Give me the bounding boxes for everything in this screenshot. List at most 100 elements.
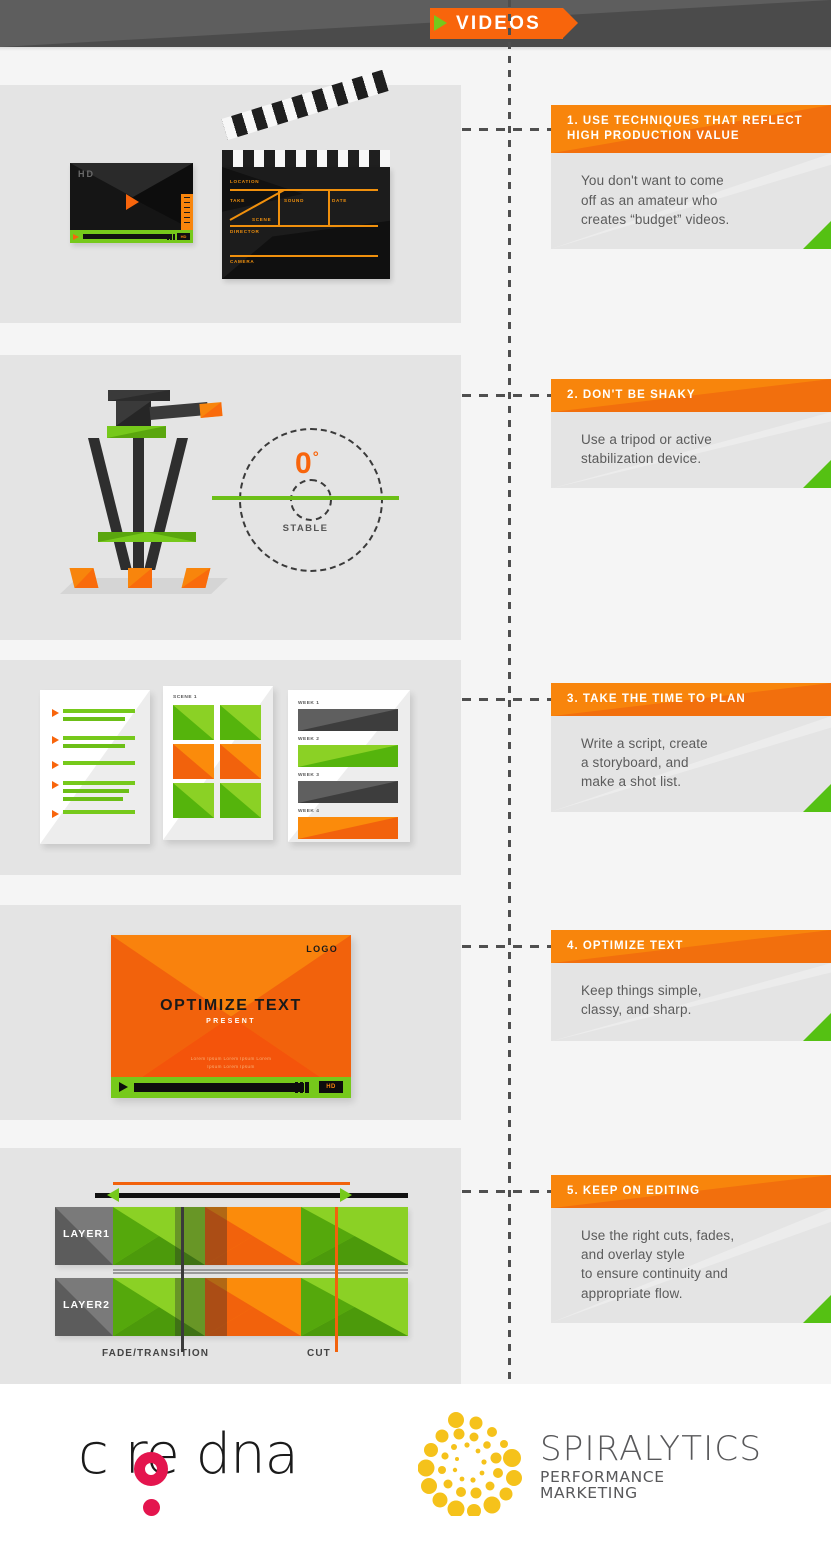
storyboard-label: SCENE 1: [173, 695, 198, 700]
clapper-div-2: [328, 189, 330, 226]
connector-line-3: [462, 698, 552, 701]
clapper-div-1: [278, 189, 280, 226]
clapper-field-sound: SOUND: [284, 198, 305, 203]
script-line: [63, 789, 129, 793]
tripod-collar: [107, 426, 166, 438]
header-banner: VIDEOS: [0, 0, 831, 47]
tripod-head-box: [116, 401, 151, 426]
tripod-foot-right: [181, 568, 211, 588]
coredna-logo[interactable]: c re dna: [78, 1422, 348, 1516]
spiralytics-logo[interactable]: SPIRALYTICS PERFORMANCE MARKETING: [417, 1410, 761, 1518]
slide-subtitle: PRESENT: [206, 1018, 256, 1025]
clapper-field-camera: CAMERA: [230, 259, 255, 264]
storyboard-cell: [220, 783, 261, 818]
tip-card-1-body: You don't want to come off as an amateur…: [551, 153, 831, 249]
tip-card-2-header: 2. DON'T BE SHAKY: [551, 379, 831, 413]
tripod-foot-center: [128, 568, 152, 588]
tip-card-1[interactable]: 1. USE TECHNIQUES THAT REFLECT HIGH PROD…: [551, 105, 831, 249]
play-triangle-icon: [126, 194, 139, 210]
clapper-rule-1: [230, 189, 378, 191]
schedule-document: WEEK 1 WEEK 2 WEEK 3 WEEK 4: [288, 690, 410, 842]
tripod-brace-left: [98, 532, 148, 542]
timeline-clip: [301, 1207, 408, 1265]
videos-tag: VIDEOS: [430, 8, 578, 39]
illustration-panel-2: 0° STABLE: [0, 355, 461, 640]
tip-card-2[interactable]: 2. DON'T BE SHAKY Use a tripod or active…: [551, 379, 831, 489]
script-line: [63, 744, 125, 748]
fade-transition-caption: FADE/TRANSITION: [102, 1348, 210, 1359]
timeline-clip: [301, 1278, 408, 1336]
slide-logo-label: LOGO: [306, 944, 338, 954]
schedule-bar: [298, 781, 398, 803]
storyboard-cell: [220, 705, 261, 740]
script-line: [63, 781, 135, 785]
clapper-field-location: LOCATION: [230, 179, 260, 184]
spiralytics-spiral-icon: [417, 1410, 528, 1518]
tip-card-5[interactable]: 5. KEEP ON EDITING Use the right cuts, f…: [551, 1175, 831, 1323]
angle-number: 0: [295, 447, 313, 480]
editing-timeline-illustration: LAYER1 LAYER2 FADE/TRANSITION CUT: [55, 1180, 410, 1360]
storyboard-cell: [220, 744, 261, 779]
bullet-triangle-icon: [52, 761, 59, 769]
cut-caption: CUT: [307, 1348, 331, 1359]
tripod-head-plate: [108, 390, 170, 401]
quality-badge: HD: [177, 233, 190, 240]
level-indicator-illustration: 0° STABLE: [212, 428, 399, 573]
tip-card-4-body: Keep things simple, classy, and sharp.: [551, 963, 831, 1042]
level-inner-circle: [290, 479, 332, 521]
tip-card-5-body: Use the right cuts, fades, and overlay s…: [551, 1208, 831, 1323]
storyboard-cell: [173, 705, 214, 740]
storyboard-cell: [173, 744, 214, 779]
clapper-field-date: DATE: [332, 198, 347, 203]
tip-card-4[interactable]: 4. OPTIMIZE TEXT Keep things simple, cla…: [551, 930, 831, 1042]
timeline-layer-1-label: LAYER1: [63, 1228, 111, 1240]
clapper-rule-2: [230, 225, 378, 227]
level-angle-value: 0°: [295, 449, 320, 479]
tip-card-3-header: 3. TAKE THE TIME TO PLAN: [551, 683, 831, 717]
fade-transition-marker: [181, 1207, 184, 1352]
illustration-panel-3: SCENE 1 WEEK 1 WEEK 2 WEEK 3 WEEK 4: [0, 660, 461, 875]
vertical-dashed-connector: [508, 0, 511, 1384]
play-triangle-icon: [73, 234, 79, 240]
clapperboard-illustration: LOCATION TAKE SOUND DATE SCENE DIRECTOR …: [221, 69, 394, 279]
tip-card-3[interactable]: 3. TAKE THE TIME TO PLAN Write a script,…: [551, 683, 831, 812]
play-triangle-icon: [434, 15, 447, 31]
tripod-brace-right: [146, 532, 196, 542]
coredna-wordmark: c re dna: [78, 1422, 299, 1487]
tip-card-4-text: Keep things simple, classy, and sharp.: [581, 983, 702, 1018]
script-line: [63, 761, 135, 765]
schedule-label-week3: WEEK 3: [298, 773, 320, 778]
tip-card-4-title: 4. OPTIMIZE TEXT: [567, 940, 684, 952]
script-line: [63, 709, 135, 713]
tip-card-2-title: 2. DON'T BE SHAKY: [567, 389, 696, 401]
tip-card-1-text: You don't want to come off as an amateur…: [581, 173, 730, 227]
video-player-illustration: HD HD: [70, 163, 193, 243]
optimize-text-slide-illustration: LOGO OPTIMIZE TEXT PRESENT Lorem Ipsum L…: [111, 935, 351, 1098]
script-line: [63, 797, 123, 801]
slide-title: OPTIMIZE TEXT: [160, 997, 302, 1014]
spiralytics-tagline: PERFORMANCE MARKETING: [540, 1468, 665, 1502]
infographic-page: VIDEOS HD HD LOCATION TAKE SOUND DATE SC…: [0, 0, 831, 1542]
slide-body-text: Lorem Ipsum Lorem Ipsum Lorem Ipsum Lore…: [190, 1056, 272, 1069]
tip-card-3-text: Write a script, create a storyboard, and…: [581, 736, 708, 790]
clapper-top-stick: [221, 69, 394, 174]
tripod-foot-left: [69, 568, 99, 588]
tip-card-4-header: 4. OPTIMIZE TEXT: [551, 930, 831, 964]
tip-card-5-text: Use the right cuts, fades, and overlay s…: [581, 1228, 735, 1301]
spiralytics-text-block: SPIRALYTICS PERFORMANCE MARKETING: [540, 1432, 762, 1501]
clapper-rule-3: [230, 255, 378, 257]
level-horizon-bar: [212, 496, 399, 500]
play-triangle-icon: [119, 1082, 128, 1092]
timeline-layer-1: LAYER1: [55, 1207, 408, 1265]
cut-marker: [335, 1207, 338, 1352]
timeline-playhead-rail: [95, 1193, 408, 1198]
clapper-board: LOCATION TAKE SOUND DATE SCENE DIRECTOR …: [222, 167, 390, 279]
tripod-leg-center: [133, 438, 144, 570]
clapper-field-director: DIRECTOR: [230, 229, 260, 234]
illustration-panel-5: LAYER1 LAYER2 FADE/TRANSITION CUT: [0, 1148, 461, 1384]
coredna-dot-mark: [143, 1499, 160, 1516]
arrow-left-icon: [107, 1188, 119, 1202]
schedule-bar: [298, 745, 398, 767]
illustration-panel-4: LOGO OPTIMIZE TEXT PRESENT Lorem Ipsum L…: [0, 905, 461, 1120]
script-line: [63, 736, 135, 740]
